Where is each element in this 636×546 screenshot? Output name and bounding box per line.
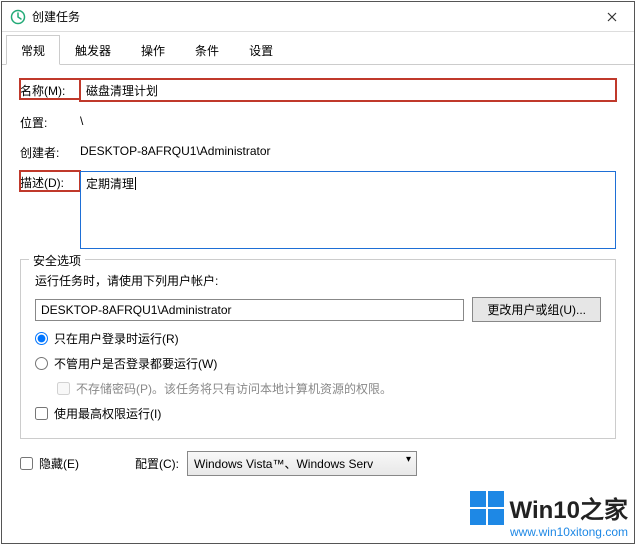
highest-priv-label: 使用最高权限运行(I) xyxy=(54,405,161,422)
security-legend: 安全选项 xyxy=(29,252,85,269)
change-user-button[interactable]: 更改用户或组(U)... xyxy=(472,297,601,322)
radio-anytime-row[interactable]: 不管用户是否登录都要运行(W) xyxy=(35,355,601,372)
tab-content-general: 名称(M): 位置: \ 创建者: DESKTOP-8AFRQU1\Admini… xyxy=(2,65,634,543)
configure-for-value: Windows Vista™、Windows Serv xyxy=(194,457,373,471)
configure-for-label: 配置(C): xyxy=(135,455,179,472)
watermark-brand: Win10之家 xyxy=(510,490,628,525)
configure-for-combo[interactable]: Windows Vista™、Windows Serv xyxy=(187,451,417,476)
run-as-label: 运行任务时，请使用下列用户帐户: xyxy=(35,272,601,289)
description-label: 描述(D): xyxy=(20,171,80,191)
radio-logged-on-label: 只在用户登录时运行(R) xyxy=(54,330,179,347)
tab-bar: 常规 触发器 操作 条件 设置 xyxy=(2,34,634,65)
task-icon xyxy=(10,9,26,25)
name-label: 名称(M): xyxy=(20,79,80,99)
account-input[interactable] xyxy=(35,299,464,321)
creator-value: DESKTOP-8AFRQU1\Administrator xyxy=(80,141,616,158)
description-text: 定期清理 xyxy=(86,177,136,191)
location-label: 位置: xyxy=(20,111,80,131)
security-options-group: 安全选项 运行任务时，请使用下列用户帐户: 更改用户或组(U)... 只在用户登… xyxy=(20,259,616,439)
close-icon xyxy=(607,12,617,22)
description-input[interactable]: 定期清理 xyxy=(80,171,616,249)
highest-priv-checkbox[interactable] xyxy=(35,407,48,420)
watermark: Win10之家 www.win10xitong.com xyxy=(470,490,628,539)
close-button[interactable] xyxy=(590,2,634,31)
tab-actions[interactable]: 操作 xyxy=(126,35,180,65)
tab-triggers[interactable]: 触发器 xyxy=(60,35,126,65)
titlebar: 创建任务 xyxy=(2,2,634,32)
watermark-url: www.win10xitong.com xyxy=(470,525,628,539)
hidden-checkbox[interactable] xyxy=(20,457,33,470)
tab-conditions[interactable]: 条件 xyxy=(180,35,234,65)
tab-settings[interactable]: 设置 xyxy=(234,35,288,65)
creator-label: 创建者: xyxy=(20,141,80,161)
location-value: \ xyxy=(80,111,616,128)
highest-priv-row[interactable]: 使用最高权限运行(I) xyxy=(35,405,601,422)
no-store-password-checkbox xyxy=(57,382,70,395)
radio-logged-on[interactable] xyxy=(35,332,48,345)
radio-anytime-label: 不管用户是否登录都要运行(W) xyxy=(54,355,217,372)
no-store-password-row: 不存储密码(P)。该任务将只有访问本地计算机资源的权限。 xyxy=(57,380,601,397)
hidden-label: 隐藏(E) xyxy=(39,455,79,472)
radio-anytime[interactable] xyxy=(35,357,48,370)
tab-general[interactable]: 常规 xyxy=(6,35,60,65)
radio-logged-on-row[interactable]: 只在用户登录时运行(R) xyxy=(35,330,601,347)
window-title: 创建任务 xyxy=(32,8,590,25)
create-task-window: 创建任务 常规 触发器 操作 条件 设置 名称(M): 位置: \ 创建者: D… xyxy=(1,1,635,544)
name-input[interactable] xyxy=(80,79,616,101)
no-store-password-label: 不存储密码(P)。该任务将只有访问本地计算机资源的权限。 xyxy=(76,380,392,397)
hidden-row[interactable]: 隐藏(E) xyxy=(20,455,79,472)
windows-logo-icon xyxy=(470,491,504,525)
